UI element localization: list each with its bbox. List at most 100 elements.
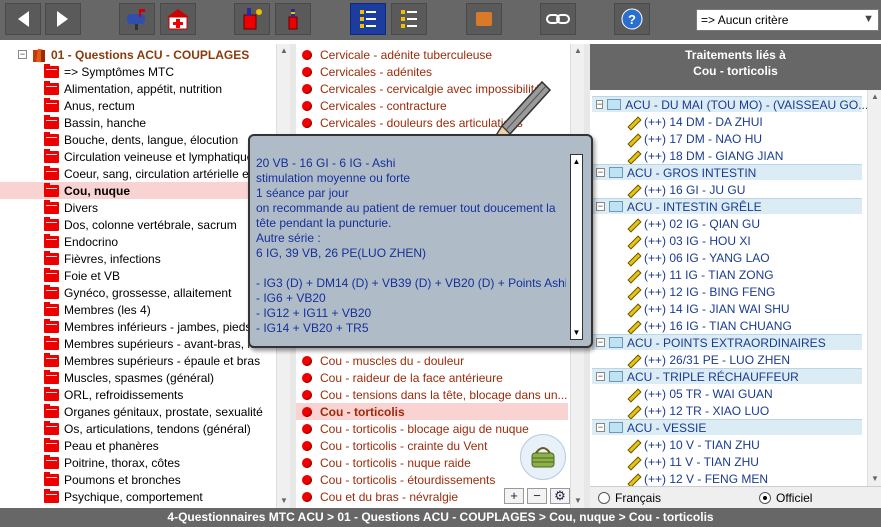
collapse-icon[interactable]: − [596, 372, 605, 381]
treatment-item[interactable]: (++) 06 IG - YANG LAO [624, 249, 770, 266]
radio-francais[interactable]: Français [598, 491, 661, 505]
treatment-item[interactable]: (++) 12 IG - BING FENG [624, 283, 775, 300]
tree-item[interactable]: Membres supérieurs - épaule et bras [44, 352, 290, 369]
collapse-icon[interactable]: − [596, 100, 604, 109]
tree-root[interactable]: − 01 - Questions ACU - COUPLAGES [18, 46, 249, 63]
remove-button[interactable]: − [527, 488, 547, 504]
forward-button[interactable] [45, 3, 81, 35]
collapse-icon[interactable]: − [596, 338, 605, 347]
link-button[interactable] [540, 3, 576, 35]
pen-icon [624, 184, 638, 196]
folder-icon [44, 318, 59, 333]
tree-item[interactable]: Poumons et bronches [44, 471, 290, 488]
treatment-item[interactable]: (++) 10 V - TIAN ZHU [624, 436, 760, 453]
treatment-item[interactable]: (++) 16 IG - TIAN CHUANG [624, 317, 792, 334]
tree-item[interactable]: Anus, rectum [44, 97, 290, 114]
scroll-up-icon[interactable]: ▲ [277, 44, 290, 58]
pen-icon [624, 252, 638, 264]
paint-small-button[interactable] [275, 3, 311, 35]
scroll-down-icon[interactable]: ▼ [571, 328, 582, 337]
collapse-icon[interactable]: − [596, 202, 605, 211]
treatment-item[interactable]: (++) 05 TR - WAI GUAN [624, 385, 773, 402]
treatment-group[interactable]: − ACU - TRIPLE RÉCHAUFFEUR [592, 368, 862, 384]
radio-circle[interactable] [759, 491, 772, 504]
tree-item[interactable]: Poitrine, thorax, côtes [44, 454, 290, 471]
folder-icon [44, 114, 59, 129]
scroll-down-icon[interactable]: ▼ [868, 472, 881, 486]
back-button[interactable] [5, 3, 41, 35]
treatment-group[interactable]: − ACU - DU MAI (TOU MO) - (VAISSEAU GO... [592, 96, 868, 112]
folder-icon [44, 488, 59, 503]
treatment-item[interactable]: (++) 02 IG - QIAN GU [624, 215, 760, 232]
tree-item-label: Gynéco, grossesse, allaitement [64, 285, 232, 300]
list-item[interactable]: Cou - raideur de la face antérieure [296, 369, 568, 386]
right-scrollbar[interactable]: ▲ ▼ [867, 90, 881, 486]
treatment-item[interactable]: (++) 14 DM - DA ZHUI [624, 113, 763, 130]
criteria-select[interactable]: => Aucun critère ▼ [696, 9, 879, 31]
scroll-down-icon[interactable]: ▼ [571, 494, 584, 508]
collapse-icon[interactable]: − [596, 423, 605, 432]
tree-item[interactable]: Psychique, comportement [44, 488, 290, 505]
tree-item-label: Endocrino [64, 234, 119, 249]
detail-view-button[interactable] [391, 3, 427, 35]
note-popup: 20 VB - 16 GI - 6 IG - Ashi stimulation m… [248, 134, 593, 348]
treatment-item[interactable]: (++) 14 IG - JIAN WAI SHU [624, 300, 790, 317]
treatment-item[interactable]: (++) 12 V - FENG MEN [624, 470, 768, 487]
tree-item-label: ORL, refroidissements [64, 387, 184, 402]
add-button[interactable]: + [504, 488, 524, 504]
treatment-group[interactable]: − ACU - POINTS EXTRAORDINAIRES [592, 334, 862, 350]
tree-item[interactable]: ORL, refroidissements [44, 386, 290, 403]
tree-item[interactable]: Muscles, spasmes (général) [44, 369, 290, 386]
radio-circle[interactable] [598, 491, 610, 504]
tree-item[interactable]: Peau et phanères [44, 437, 290, 454]
tree-item[interactable]: Bassin, hanche [44, 114, 290, 131]
folder-icon [44, 301, 59, 316]
orange-button[interactable] [466, 3, 502, 35]
note-line: - IG6 + VB20 [256, 291, 326, 305]
tree-item[interactable]: Cou, nuque [0, 182, 290, 199]
paint-can-icon [288, 9, 298, 30]
treatment-item[interactable]: (++) 17 DM - NAO HU [624, 130, 762, 147]
tree-item[interactable]: Organes génitaux, prostate, sexualité [44, 403, 290, 420]
clinic-button[interactable] [160, 3, 196, 35]
pen-icon [624, 269, 638, 281]
treatment-item-label: (++) 10 V - TIAN ZHU [644, 437, 760, 452]
list-view-button[interactable] [350, 3, 386, 35]
mailbox-button[interactable] [119, 3, 155, 35]
treatment-item[interactable]: (++) 16 GI - JU GU [624, 181, 745, 198]
scroll-up-icon[interactable]: ▲ [571, 44, 584, 58]
radio-officiel[interactable]: Officiel [759, 491, 812, 505]
treatment-item[interactable]: (++) 11 IG - TIAN ZONG [624, 266, 774, 283]
treatment-item-label: (++) 02 IG - QIAN GU [644, 216, 761, 231]
tree-item[interactable]: => Symptômes MTC [44, 63, 290, 80]
list-item[interactable]: Cou - tensions dans la tête, blocage dan… [296, 386, 568, 403]
treatment-item[interactable]: (++) 11 V - TIAN ZHU [624, 453, 759, 470]
tree-item[interactable]: Os, articulations, tendons (général) [44, 420, 290, 437]
help-button[interactable]: ? [614, 3, 650, 35]
treatment-item[interactable]: (++) 26/31 PE - LUO ZHEN [624, 351, 790, 368]
scroll-up-icon[interactable]: ▲ [571, 157, 582, 166]
tree-item[interactable]: Alimentation, appétit, nutrition [44, 80, 290, 97]
scroll-up-icon[interactable]: ▲ [868, 90, 881, 104]
basket-button[interactable] [520, 434, 566, 480]
treatment-item[interactable]: (++) 12 TR - XIAO LUO [624, 402, 769, 419]
settings-button[interactable]: ⚙ [550, 488, 570, 504]
paint-red-button[interactable] [234, 3, 270, 35]
treatment-group[interactable]: − ACU - GROS INTESTIN [592, 164, 862, 180]
treatment-item[interactable]: (++) 18 DM - GIANG JIAN [624, 147, 783, 164]
list-item[interactable]: Cou - torticolis [296, 403, 568, 420]
red-dot-icon [302, 100, 312, 111]
scroll-down-icon[interactable]: ▼ [277, 494, 290, 508]
list-item[interactable]: Cou - muscles du - douleur [296, 352, 568, 369]
collapse-icon[interactable]: − [18, 50, 27, 59]
treatment-group[interactable]: − ACU - VESSIE [592, 419, 862, 435]
list-item[interactable]: Cou - torticolis - blocage aigu de nuque [296, 420, 568, 437]
folder-icon [44, 471, 59, 486]
pen-icon [624, 320, 638, 332]
list-item[interactable]: Cervicale - adénite tuberculeuse [296, 46, 568, 63]
pen-icon [624, 405, 638, 417]
collapse-icon[interactable]: − [596, 168, 605, 177]
note-scrollbar[interactable]: ▲ ▼ [570, 154, 583, 340]
treatment-group[interactable]: − ACU - INTESTIN GRÊLE [592, 198, 862, 214]
treatment-item[interactable]: (++) 03 IG - HOU XI [624, 232, 751, 249]
